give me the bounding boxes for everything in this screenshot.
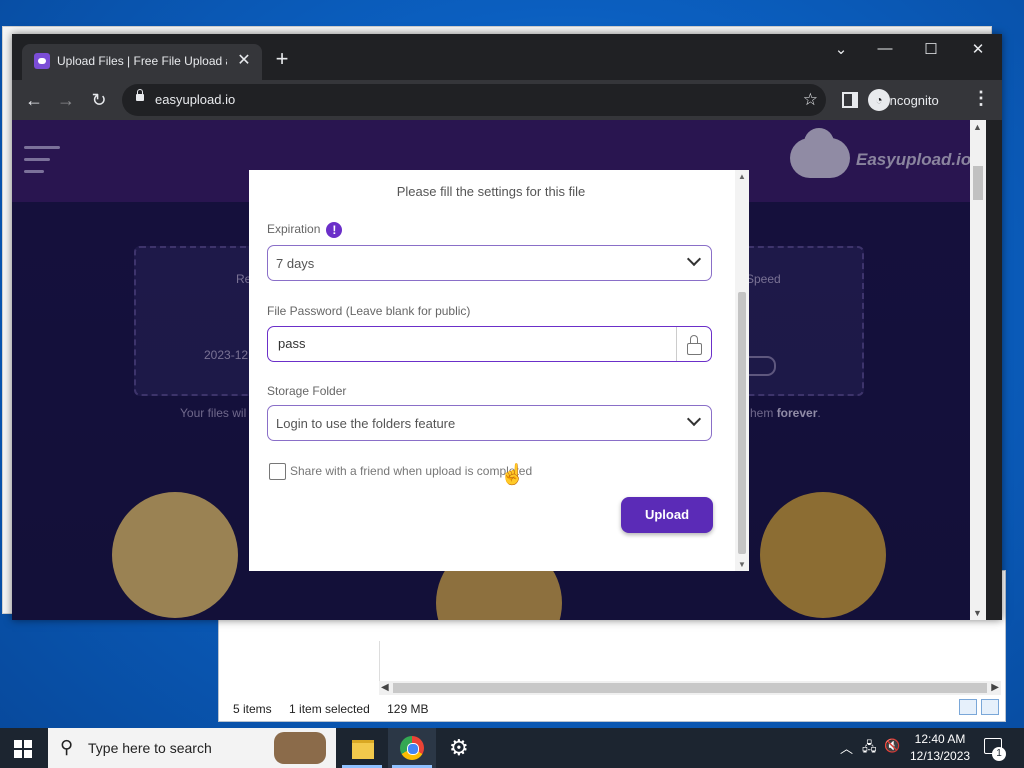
share-checkbox[interactable] bbox=[269, 463, 286, 480]
maximize-icon[interactable]: ☐ bbox=[918, 40, 944, 58]
volume-muted-icon[interactable]: 🔇 bbox=[884, 738, 900, 754]
folder-icon bbox=[352, 740, 374, 759]
system-clock[interactable]: 12:40 AM 12/13/2023 bbox=[910, 731, 970, 765]
view-toggles bbox=[959, 699, 999, 715]
network-icon[interactable]: 🖧 bbox=[862, 738, 877, 760]
taskbar-search-placeholder: Type here to search bbox=[88, 740, 212, 756]
back-icon[interactable]: ← bbox=[22, 88, 46, 112]
clock-time: 12:40 AM bbox=[914, 732, 966, 746]
upload-button[interactable]: Upload bbox=[621, 497, 713, 533]
tab-search-icon[interactable]: ⌄ bbox=[828, 40, 854, 58]
chrome-taskbar-icon[interactable] bbox=[388, 728, 436, 768]
address-bar[interactable]: easyupload.io ☆ bbox=[122, 84, 826, 116]
taskbar: ⚲ Type here to search ⚙ ︿ 🖧 🔇 12:40 AM 1… bbox=[0, 728, 1024, 768]
scroll-right-icon[interactable]: ▶ bbox=[991, 681, 999, 695]
file-explorer-taskbar-icon[interactable] bbox=[338, 728, 386, 768]
tab-bar: Upload Files | Free File Upload a ✕ + ⌄ … bbox=[12, 34, 1002, 80]
notification-badge: 1 bbox=[992, 747, 1006, 761]
file-settings-modal: Please fill the settings for this file E… bbox=[249, 170, 749, 571]
items-count: 5 items bbox=[233, 702, 272, 716]
lock-icon[interactable] bbox=[136, 89, 144, 101]
modal-scroll-thumb[interactable] bbox=[738, 292, 746, 554]
password-label: File Password (Leave blank for public) bbox=[267, 304, 471, 318]
pane-divider bbox=[379, 641, 380, 681]
chevron-down-icon bbox=[686, 251, 702, 267]
password-lock-icon[interactable] bbox=[676, 327, 711, 361]
favicon-icon bbox=[34, 53, 50, 69]
expiration-label-text: Expiration bbox=[267, 222, 321, 237]
bookmark-star-icon[interactable]: ☆ bbox=[803, 90, 818, 110]
password-field[interactable] bbox=[267, 326, 712, 362]
clock-date: 12/13/2023 bbox=[910, 749, 971, 763]
browser-toolbar: ← → ↻ easyupload.io ☆ ◔ Incognito ⋮ bbox=[12, 80, 1002, 120]
scroll-up-icon[interactable]: ▲ bbox=[738, 172, 746, 181]
selected-count: 1 item selected bbox=[289, 702, 370, 716]
storage-folder-placeholder: Login to use the folders feature bbox=[276, 416, 456, 431]
chrome-icon bbox=[400, 736, 424, 760]
tab-title: Upload Files | Free File Upload a bbox=[57, 54, 227, 68]
minimize-icon[interactable]: — bbox=[872, 40, 898, 57]
incognito-label: Incognito bbox=[886, 92, 939, 108]
url-text[interactable]: easyupload.io bbox=[155, 92, 235, 107]
horizontal-scrollbar[interactable]: ◀ ▶ bbox=[379, 681, 1001, 695]
scroll-down-icon[interactable]: ▼ bbox=[973, 608, 982, 618]
scroll-up-icon[interactable]: ▲ bbox=[973, 122, 982, 132]
gear-icon: ⚙ bbox=[449, 735, 469, 760]
page-scroll-thumb[interactable] bbox=[973, 166, 983, 200]
storage-folder-label: Storage Folder bbox=[267, 384, 347, 398]
modal-scrollbar[interactable]: ▲ ▼ bbox=[735, 170, 749, 571]
explorer-status-bar: 5 items 1 item selected 129 MB bbox=[233, 702, 442, 716]
share-checkbox-label[interactable]: Share with a friend when upload is compl… bbox=[290, 464, 532, 478]
expiration-value: 7 days bbox=[276, 256, 315, 271]
chevron-up-icon[interactable]: ︿ bbox=[840, 738, 853, 757]
taskbar-search-box[interactable]: ⚲ Type here to search bbox=[48, 728, 336, 768]
scroll-down-icon[interactable]: ▼ bbox=[738, 560, 746, 569]
info-icon[interactable]: ! bbox=[326, 222, 343, 238]
large-icons-view-icon[interactable] bbox=[981, 699, 999, 715]
hand-cursor-icon: ☝ bbox=[500, 464, 525, 486]
close-window-icon[interactable]: ✕ bbox=[965, 40, 991, 58]
selected-size: 129 MB bbox=[387, 702, 429, 716]
modal-subtitle: Please fill the settings for this file bbox=[396, 184, 586, 199]
search-icon: ⚲ bbox=[60, 737, 74, 757]
scroll-thumb[interactable] bbox=[393, 683, 987, 693]
expiration-select[interactable]: 7 days bbox=[267, 245, 712, 281]
new-tab-icon[interactable]: + bbox=[270, 47, 294, 71]
chrome-window: Upload Files | Free File Upload a ✕ + ⌄ … bbox=[12, 34, 1002, 620]
password-input[interactable] bbox=[276, 335, 670, 352]
settings-taskbar-icon[interactable]: ⚙ bbox=[436, 728, 484, 768]
tab-close-icon[interactable]: ✕ bbox=[234, 50, 254, 70]
expiration-label: Expiration! bbox=[267, 222, 343, 238]
side-panel-icon[interactable] bbox=[842, 92, 858, 108]
chevron-down-icon bbox=[686, 411, 702, 427]
tab-upload-files[interactable]: Upload Files | Free File Upload a ✕ bbox=[22, 44, 262, 80]
search-highlight-image bbox=[274, 732, 326, 764]
reload-icon[interactable]: ↻ bbox=[87, 88, 111, 112]
page-viewport: Easyupload.io Re 2023-12 Speed Your file… bbox=[12, 120, 986, 620]
details-view-icon[interactable] bbox=[959, 699, 977, 715]
scroll-left-icon[interactable]: ◀ bbox=[381, 681, 389, 695]
incognito-indicator[interactable]: ◔ Incognito bbox=[868, 85, 939, 115]
menu-kebab-icon[interactable]: ⋮ bbox=[972, 88, 990, 109]
storage-folder-select[interactable]: Login to use the folders feature bbox=[267, 405, 712, 441]
windows-start-icon[interactable] bbox=[14, 740, 32, 758]
forward-icon[interactable]: → bbox=[54, 88, 78, 112]
page-scrollbar[interactable]: ▲ ▼ bbox=[970, 120, 986, 620]
